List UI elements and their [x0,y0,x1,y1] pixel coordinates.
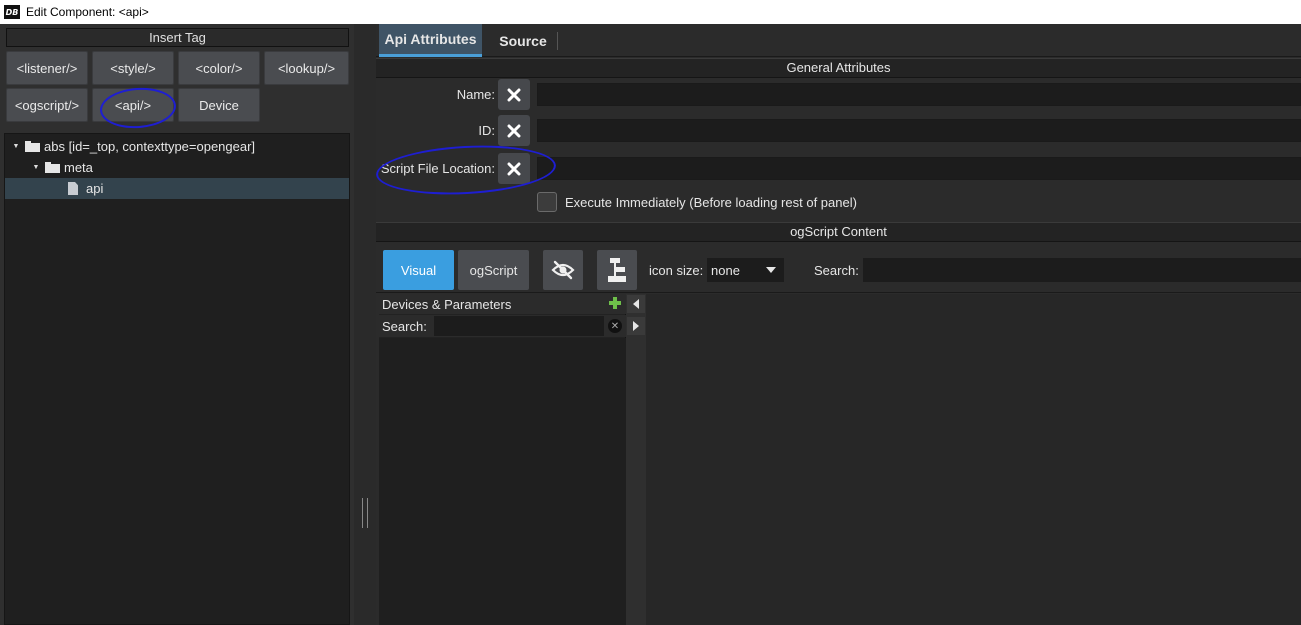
splitter-grip-icon[interactable] [362,498,368,528]
color-tag-button[interactable]: <color/> [178,51,260,85]
component-tree: ▼ abs [id=_top, contexttype=opengear] ▼ … [4,133,350,625]
chevron-down-icon [766,267,776,273]
devices-parameters-title: Devices & Parameters [382,296,512,312]
devices-search-row: Search: ✕ [379,315,626,337]
app-logo-icon: DB [4,5,20,19]
ogscript-toolbar: Visual ogScript icon size: none Search: [376,244,1301,293]
clear-script-file-location-button[interactable] [498,153,530,184]
script-file-location-field[interactable] [537,157,1301,180]
ogscript-content-header: ogScript Content [376,222,1301,242]
visual-mode-button[interactable]: Visual [383,250,454,290]
device-tag-button[interactable]: Device [178,88,260,122]
id-field[interactable] [537,119,1301,142]
insert-tag-header: Insert Tag [6,28,349,47]
folder-open-icon [45,162,60,173]
search-label: Search: [814,263,859,278]
title-bar: DB Edit Component: <api> [0,0,1301,24]
execute-immediately-checkbox[interactable] [537,192,557,212]
execute-immediately-label: Execute Immediately (Before loading rest… [565,195,857,210]
tree-item-label: meta [64,160,93,175]
style-tag-button[interactable]: <style/> [92,51,174,85]
general-attributes-header: General Attributes [376,58,1301,78]
devices-parameters-panel: Devices & Parameters Search: ✕ [379,294,626,625]
flowchart-icon [608,258,626,282]
clear-search-icon[interactable]: ✕ [608,319,622,333]
search-input[interactable] [863,258,1301,282]
tab-bar: Api Attributes Source [376,24,1301,57]
name-label: Name: [456,87,495,102]
visual-canvas[interactable] [646,294,1301,625]
left-panel: Insert Tag <listener/> <style/> <color/>… [0,24,354,625]
clear-name-button[interactable] [498,79,530,110]
icon-size-label: icon size: [649,263,704,278]
script-file-location-label: Script File Location: [380,161,495,176]
flowchart-button[interactable] [597,250,637,290]
tab-divider [557,32,558,50]
collapse-left-button[interactable] [627,295,645,313]
arrow-left-icon [633,299,639,309]
close-icon [507,88,521,101]
icon-size-value: none [711,262,740,278]
window-title: Edit Component: <api> [26,5,149,19]
add-icon[interactable] [609,297,621,309]
right-panel: Api Attributes Source General Attributes… [376,24,1301,625]
eye-slash-icon [551,260,575,280]
api-tag-button[interactable]: <api/> [92,88,174,122]
tree-item-abs[interactable]: ▼ abs [id=_top, contexttype=opengear] [5,136,349,157]
arrow-right-icon [633,321,639,331]
tree-item-label: abs [id=_top, contexttype=opengear] [44,139,256,154]
lookup-tag-button[interactable]: <lookup/> [264,51,349,85]
collapse-column [626,294,646,625]
tab-source[interactable]: Source [486,24,560,57]
close-icon [507,162,521,175]
file-icon [68,182,78,195]
close-icon [507,124,521,137]
devices-list [379,338,626,625]
ogscript-tag-button[interactable]: <ogscript/> [6,88,88,122]
icon-size-select[interactable]: none [707,258,784,282]
id-label: ID: [478,123,495,138]
tree-item-api[interactable]: api [5,178,349,199]
folder-open-icon [25,141,40,152]
devices-parameters-header: Devices & Parameters [379,294,626,314]
toggle-visibility-button[interactable] [543,250,583,290]
tree-item-label: api [86,181,104,196]
devices-search-label: Search: [382,318,427,334]
panel-splitter[interactable] [354,24,376,625]
ogscript-mode-button[interactable]: ogScript [458,250,529,290]
tree-item-meta[interactable]: ▼ meta [5,157,349,178]
insert-tag-buttons: <listener/> <style/> <color/> <lookup/> … [6,51,349,123]
expand-caret-icon[interactable]: ▼ [31,164,41,171]
devices-search-input[interactable] [434,316,604,336]
listener-tag-button[interactable]: <listener/> [6,51,88,85]
tab-api-attributes[interactable]: Api Attributes [379,24,482,57]
clear-id-button[interactable] [498,115,530,146]
name-field[interactable] [537,83,1301,106]
expand-caret-icon[interactable]: ▼ [11,143,21,150]
expand-right-button[interactable] [627,317,645,335]
